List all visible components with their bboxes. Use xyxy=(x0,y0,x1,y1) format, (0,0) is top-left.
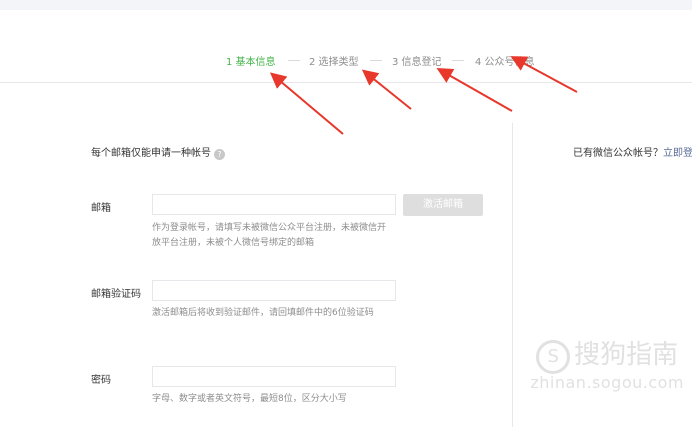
password-input[interactable] xyxy=(152,366,396,387)
step-1-basic-info: 1 基本信息 xyxy=(226,57,276,68)
arrow-1 xyxy=(269,72,344,135)
verify-code-label: 邮箱验证码 xyxy=(91,289,141,300)
verify-code-input[interactable] xyxy=(152,280,396,301)
sogou-logo-icon: S xyxy=(536,340,571,374)
step-divider xyxy=(452,60,464,61)
sogou-watermark: S 搜狗指南 zhinan.sogou.com xyxy=(530,340,684,392)
email-label: 邮箱 xyxy=(91,203,111,214)
steps-bar xyxy=(0,10,692,83)
vertical-divider xyxy=(512,123,513,427)
password-label: 密码 xyxy=(91,375,111,386)
email-input[interactable] xyxy=(152,194,396,215)
activate-email-button[interactable]: 激活邮箱 xyxy=(403,194,483,216)
step-divider xyxy=(370,60,382,61)
watermark-logo: S 搜狗指南 xyxy=(530,340,684,374)
notice-text: 每个邮箱仅能申请一种帐号 xyxy=(91,148,211,159)
existing-account-prompt: 已有微信公众帐号？立即登 xyxy=(573,144,692,159)
watermark-title: 搜狗指南 xyxy=(574,340,679,370)
login-now-link[interactable]: 立即登 xyxy=(663,148,692,159)
step-4-account-info: 4 公众号信息 xyxy=(475,57,535,68)
one-account-per-email-notice: 每个邮箱仅能申请一种帐号? xyxy=(91,144,225,160)
verify-code-tip: 激活邮箱后将收到验证邮件，请回填邮件中的6位验证码 xyxy=(152,308,374,318)
step-3-info-registration: 3 信息登记 xyxy=(392,57,442,68)
watermark-subtitle: zhinan.sogou.com xyxy=(530,373,684,392)
step-2-choose-type: 2 选择类型 xyxy=(309,57,359,68)
top-bar xyxy=(0,0,692,10)
help-icon[interactable]: ? xyxy=(214,149,225,160)
step-divider xyxy=(288,60,300,61)
email-tip: 作为登录帐号，请填写未被微信公众平台注册，未被微信开放平台注册，未被个人微信号绑… xyxy=(152,223,387,248)
password-tip: 字母、数字或者英文符号，最短8位，区分大小写 xyxy=(152,394,347,404)
existing-account-text: 已有微信公众帐号？ xyxy=(573,148,663,159)
